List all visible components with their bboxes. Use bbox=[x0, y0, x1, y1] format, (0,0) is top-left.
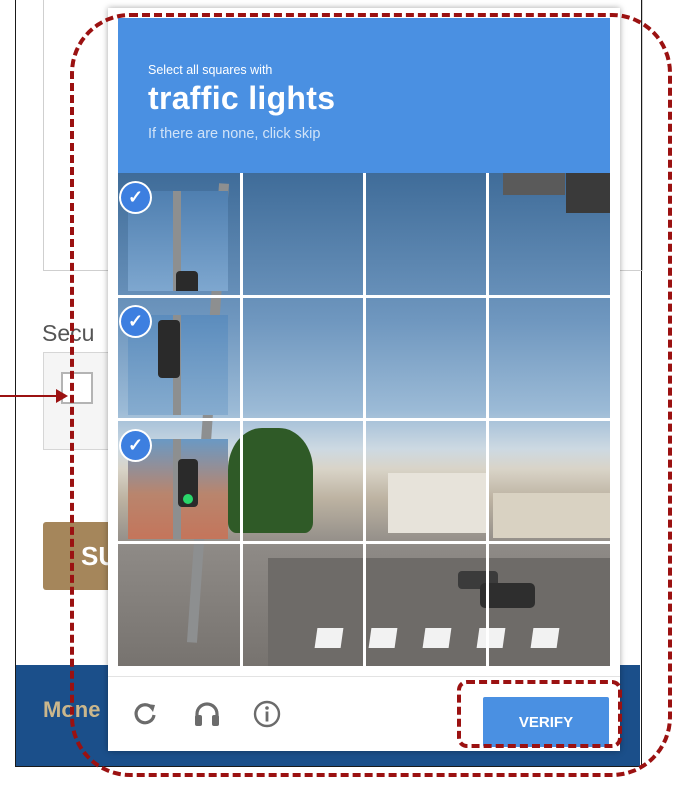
grid-tile[interactable] bbox=[243, 173, 363, 295]
grid-tile[interactable] bbox=[489, 298, 610, 418]
traffic-light bbox=[158, 320, 180, 378]
footer-text: Mone bbox=[43, 697, 101, 722]
check-icon: ✓ bbox=[121, 431, 150, 460]
traffic-light bbox=[176, 271, 198, 291]
info-icon[interactable] bbox=[252, 699, 282, 729]
verify-button[interactable]: VERIFY bbox=[483, 697, 609, 747]
captcha-instruction: Select all squares with bbox=[148, 63, 273, 77]
headphones-icon[interactable] bbox=[192, 699, 222, 729]
check-icon: ✓ bbox=[121, 307, 150, 336]
captcha-footer: VERIFY bbox=[108, 676, 620, 752]
grid-tile[interactable] bbox=[243, 421, 363, 541]
grid-tile[interactable] bbox=[489, 544, 610, 666]
grid-tile[interactable] bbox=[366, 421, 486, 541]
annotation-arrow-line bbox=[0, 395, 60, 397]
grid-tile[interactable] bbox=[489, 421, 610, 541]
grid-tile[interactable] bbox=[243, 298, 363, 418]
grid-tile[interactable] bbox=[366, 173, 486, 295]
reload-icon[interactable] bbox=[130, 699, 160, 729]
captcha-target: traffic lights bbox=[148, 80, 336, 116]
grid-tile[interactable] bbox=[489, 173, 610, 295]
green-signal-light bbox=[183, 494, 193, 504]
captcha-hint: If there are none, click skip bbox=[148, 126, 321, 142]
grid-tile[interactable] bbox=[118, 544, 240, 666]
captcha-header: Select all squares with traffic lights I… bbox=[118, 18, 610, 173]
grid-tile[interactable] bbox=[243, 544, 363, 666]
grid-tile[interactable] bbox=[366, 298, 486, 418]
check-icon: ✓ bbox=[121, 183, 150, 212]
image-grid: ✓ ✓ ✓ bbox=[118, 173, 610, 666]
grid-tile[interactable] bbox=[366, 544, 486, 666]
security-label: Secu bbox=[42, 320, 95, 346]
annotation-arrow-head bbox=[56, 389, 68, 403]
captcha-challenge-dialog: Select all squares with traffic lights I… bbox=[108, 8, 620, 751]
